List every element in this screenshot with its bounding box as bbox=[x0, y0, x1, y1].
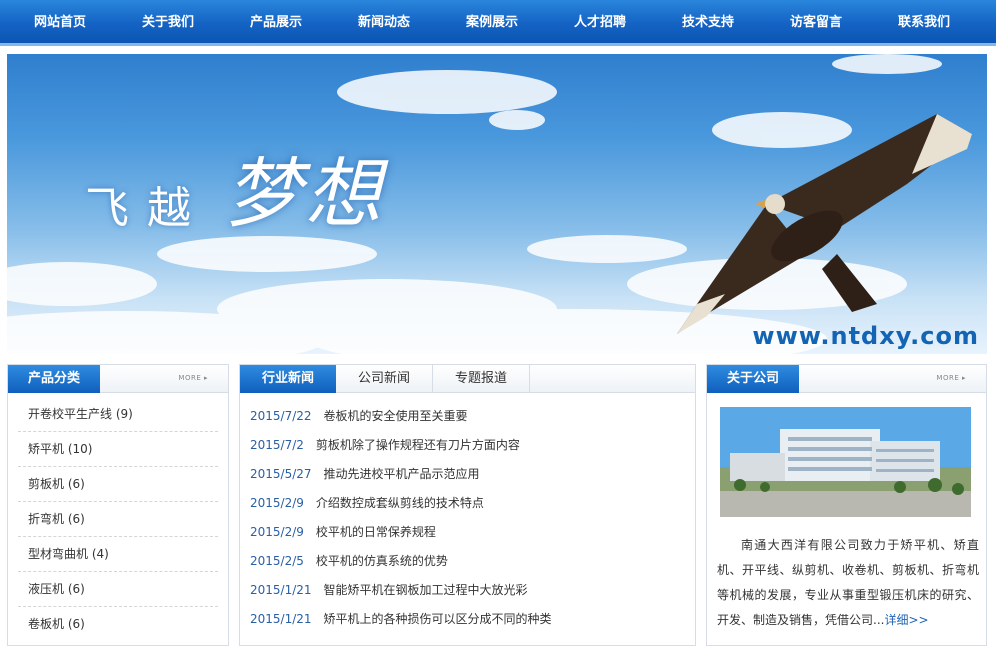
news-panel: 行业新闻 公司新闻 专题报道 2015/7/22 卷板机的安全使用至关重要 201… bbox=[239, 364, 696, 646]
category-item[interactable]: 剪板机 (6) bbox=[18, 467, 218, 502]
news-tabs: 行业新闻 公司新闻 专题报道 bbox=[240, 365, 695, 393]
news-item[interactable]: 2015/2/9 介绍数控成套纵剪线的技术特点 bbox=[250, 489, 695, 518]
category-item[interactable]: 型材弯曲机 (4) bbox=[18, 537, 218, 572]
about-company-more-link[interactable]: MORE ▸ bbox=[936, 374, 966, 382]
news-item[interactable]: 2015/2/5 校平机的仿真系统的优势 bbox=[250, 547, 695, 576]
news-title[interactable]: 推动先进校平机产品示范应用 bbox=[324, 467, 480, 481]
news-date: 2015/1/21 bbox=[250, 583, 312, 597]
nav-item-support[interactable]: 技术支持 bbox=[654, 0, 762, 46]
news-date: 2015/5/27 bbox=[250, 467, 312, 481]
category-item[interactable]: 液压机 (6) bbox=[18, 572, 218, 607]
news-list: 2015/7/22 卷板机的安全使用至关重要 2015/7/2 剪板机除了操作规程还… bbox=[240, 393, 695, 634]
news-tabs-header: 行业新闻 公司新闻 专题报道 bbox=[240, 365, 695, 393]
about-company-text: 南通大西洋有限公司致力于矫平机、矫直机、开平线、纵剪机、收卷机、剪板机、折弯机等… bbox=[717, 533, 979, 633]
category-item[interactable]: 折弯机 (6) bbox=[18, 502, 218, 537]
category-item[interactable]: 卷板机 (6) bbox=[18, 607, 218, 642]
news-title[interactable]: 校平机的日常保养规程 bbox=[316, 525, 436, 539]
news-date: 2015/2/9 bbox=[250, 525, 304, 539]
nav-item-products[interactable]: 产品展示 bbox=[222, 0, 330, 46]
banner-url: www.ntdxy.com bbox=[752, 322, 979, 350]
news-item[interactable]: 2015/1/21 矫平机上的各种损伤可以区分成不同的种类 bbox=[250, 605, 695, 634]
product-category-panel: 产品分类 MORE ▸ 开卷校平生产线 (9) 矫平机 (10) 剪板机 (6)… bbox=[7, 364, 229, 646]
hero-banner: 飞越 梦想 www.ntdxy.com bbox=[7, 54, 987, 354]
about-detail-link[interactable]: 详细>> bbox=[884, 613, 928, 627]
nav-item-guestbook[interactable]: 访客留言 bbox=[762, 0, 870, 46]
news-date: 2015/2/9 bbox=[250, 496, 304, 510]
company-building-photo bbox=[720, 407, 971, 517]
product-category-more-link[interactable]: MORE ▸ bbox=[178, 374, 208, 382]
product-category-list: 开卷校平生产线 (9) 矫平机 (10) 剪板机 (6) 折弯机 (6) 型材弯… bbox=[8, 393, 228, 642]
banner-slogan-right: 梦想 bbox=[225, 149, 385, 238]
nav-item-jobs[interactable]: 人才招聘 bbox=[546, 0, 654, 46]
product-category-title: 产品分类 bbox=[8, 365, 101, 393]
news-date: 2015/7/22 bbox=[250, 409, 312, 423]
tab-company-news[interactable]: 公司新闻 bbox=[336, 365, 434, 393]
nav-item-home[interactable]: 网站首页 bbox=[6, 0, 114, 46]
news-item[interactable]: 2015/5/27 推动先进校平机产品示范应用 bbox=[250, 460, 695, 489]
news-date: 2015/7/2 bbox=[250, 438, 304, 452]
about-company-description: 南通大西洋有限公司致力于矫平机、矫直机、开平线、纵剪机、收卷机、剪板机、折弯机等… bbox=[717, 538, 979, 627]
about-company-panel: 关于公司 MORE ▸ 南通大西洋有限公司致力于矫平机、矫直机、开平线、纵剪机、… bbox=[706, 364, 987, 646]
news-date: 2015/1/21 bbox=[250, 612, 312, 626]
news-title[interactable]: 卷板机的安全使用至关重要 bbox=[324, 409, 468, 423]
nav-item-cases[interactable]: 案例展示 bbox=[438, 0, 546, 46]
product-category-header: 产品分类 MORE ▸ bbox=[8, 365, 228, 393]
nav-item-about[interactable]: 关于我们 bbox=[114, 0, 222, 46]
news-item[interactable]: 2015/7/22 卷板机的安全使用至关重要 bbox=[250, 402, 695, 431]
news-title[interactable]: 剪板机除了操作规程还有刀片方面内容 bbox=[316, 438, 520, 452]
tab-special-reports[interactable]: 专题报道 bbox=[433, 365, 531, 393]
about-company-header: 关于公司 MORE ▸ bbox=[707, 365, 986, 393]
news-item[interactable]: 2015/1/21 智能矫平机在钢板加工过程中大放光彩 bbox=[250, 576, 695, 605]
news-title[interactable]: 介绍数控成套纵剪线的技术特点 bbox=[316, 496, 484, 510]
news-date: 2015/2/5 bbox=[250, 554, 304, 568]
category-item[interactable]: 矫平机 (10) bbox=[18, 432, 218, 467]
nav-item-news[interactable]: 新闻动态 bbox=[330, 0, 438, 46]
banner-slogan-left: 飞越 bbox=[85, 183, 209, 234]
news-title[interactable]: 校平机的仿真系统的优势 bbox=[316, 554, 448, 568]
news-item[interactable]: 2015/2/9 校平机的日常保养规程 bbox=[250, 518, 695, 547]
news-item[interactable]: 2015/7/2 剪板机除了操作规程还有刀片方面内容 bbox=[250, 431, 695, 460]
news-title[interactable]: 矫平机上的各种损伤可以区分成不同的种类 bbox=[324, 612, 552, 626]
about-company-title: 关于公司 bbox=[707, 365, 800, 393]
main-nav: 网站首页 关于我们 产品展示 新闻动态 案例展示 人才招聘 技术支持 访客留言 … bbox=[0, 0, 996, 46]
tab-industry-news[interactable]: 行业新闻 bbox=[240, 365, 337, 393]
category-item[interactable]: 开卷校平生产线 (9) bbox=[18, 397, 218, 432]
nav-list: 网站首页 关于我们 产品展示 新闻动态 案例展示 人才招聘 技术支持 访客留言 … bbox=[0, 0, 996, 46]
nav-item-contact[interactable]: 联系我们 bbox=[870, 0, 978, 46]
news-title[interactable]: 智能矫平机在钢板加工过程中大放光彩 bbox=[324, 583, 528, 597]
